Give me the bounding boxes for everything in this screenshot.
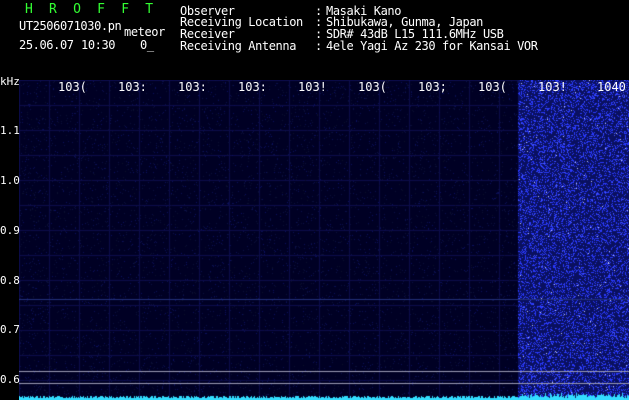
antenna-label: Receiving Antenna <box>180 39 297 53</box>
record-date: 25.06.07 <box>19 38 74 52</box>
y-tick-label: 0.7 <box>0 323 20 336</box>
antenna-sep: : <box>315 39 322 53</box>
app-brand: H R O F F T <box>25 2 158 17</box>
x-tick-label: 1040 <box>597 80 626 94</box>
antenna-value: 4ele Yagi Az 230 for Kansai VOR <box>326 39 538 53</box>
y-tick-label: 1.1 <box>0 124 20 137</box>
x-tick-label: 103( <box>58 80 87 94</box>
y-tick-label: 0.9 <box>0 224 20 237</box>
x-tick-label: 103; <box>418 80 447 94</box>
category-label: meteor <box>124 25 165 39</box>
record-time: 10:30 <box>81 38 116 52</box>
x-tick-label: 103! <box>538 80 567 94</box>
x-tick-label: 103: <box>238 80 267 94</box>
x-tick-label: 103! <box>298 80 327 94</box>
y-unit-label: kHz <box>0 75 20 88</box>
y-tick-label: 1.0 <box>0 174 20 187</box>
x-tick-label: 103: <box>118 80 147 94</box>
y-tick-label: 0.6 <box>0 373 20 386</box>
file-name: UT2506071030.pn <box>19 19 122 33</box>
x-tick-label: 103( <box>478 80 507 94</box>
spectrogram-canvas <box>19 80 629 400</box>
y-tick-label: 0.8 <box>0 274 20 287</box>
x-tick-label: 103: <box>178 80 207 94</box>
x-tick-label: 103( <box>358 80 387 94</box>
record-count: 0_ <box>140 38 154 52</box>
